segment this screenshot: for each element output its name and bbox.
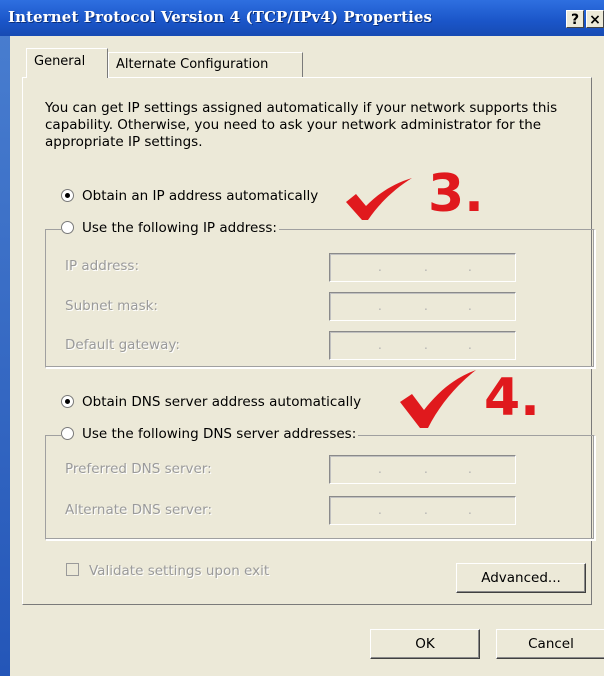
- help-button[interactable]: ?: [566, 10, 584, 28]
- checkbox-label: Validate settings upon exit: [89, 563, 270, 579]
- subnet-mask-input[interactable]: ...: [329, 292, 516, 321]
- dialog-client-area: General Alternate Configuration You can …: [10, 36, 604, 676]
- advanced-button[interactable]: Advanced...: [456, 563, 586, 593]
- radio-button-checked[interactable]: [61, 394, 74, 408]
- radio-label: Use the following DNS server addresses:: [82, 426, 357, 442]
- dialog-window: Internet Protocol Version 4 (TCP/IPv4) P…: [0, 0, 604, 676]
- checkmark-icon: [400, 370, 476, 428]
- intro-text: You can get IP settings assigned automat…: [45, 100, 558, 150]
- general-tab-panel: You can get IP settings assigned automat…: [22, 77, 595, 605]
- validate-settings-checkbox[interactable]: Validate settings upon exit: [66, 562, 270, 579]
- radio-button-checked[interactable]: [61, 188, 74, 202]
- preferred-dns-label: Preferred DNS server:: [65, 461, 212, 477]
- preferred-dns-input[interactable]: ...: [329, 455, 516, 484]
- cancel-button[interactable]: Cancel: [496, 629, 604, 659]
- checkbox[interactable]: [66, 562, 79, 576]
- radio-label: Obtain an IP address automatically: [82, 188, 319, 204]
- radio-button[interactable]: [61, 426, 74, 440]
- radio-label: Use the following IP address:: [82, 220, 277, 236]
- ip-address-input[interactable]: ...: [329, 253, 516, 282]
- window-title: Internet Protocol Version 4 (TCP/IPv4) P…: [8, 8, 433, 26]
- tab-alternate-configuration[interactable]: Alternate Configuration: [108, 52, 303, 78]
- title-bar[interactable]: Internet Protocol Version 4 (TCP/IPv4) P…: [0, 0, 604, 36]
- close-button[interactable]: ×: [586, 10, 604, 28]
- ok-button[interactable]: OK: [370, 629, 480, 659]
- radio-button[interactable]: [61, 220, 74, 234]
- alternate-dns-input[interactable]: ...: [329, 496, 516, 525]
- ip-address-label: IP address:: [65, 258, 139, 274]
- default-gateway-input[interactable]: ...: [329, 331, 516, 360]
- step-3-annotation: 3.: [428, 164, 484, 224]
- radio-label: Obtain DNS server address automatically: [82, 394, 362, 410]
- default-gateway-label: Default gateway:: [65, 337, 180, 353]
- radio-use-following-dns[interactable]: Use the following DNS server addresses:: [61, 426, 359, 442]
- radio-obtain-dns-auto[interactable]: Obtain DNS server address automatically: [61, 394, 361, 414]
- tab-general[interactable]: General: [26, 48, 108, 78]
- checkmark-icon: [346, 178, 412, 220]
- radio-obtain-ip-auto[interactable]: Obtain an IP address automatically: [61, 188, 318, 208]
- step-4-annotation: 4.: [484, 368, 540, 428]
- radio-use-following-ip[interactable]: Use the following IP address:: [61, 220, 279, 236]
- subnet-mask-label: Subnet mask:: [65, 298, 158, 314]
- alternate-dns-label: Alternate DNS server:: [65, 502, 213, 518]
